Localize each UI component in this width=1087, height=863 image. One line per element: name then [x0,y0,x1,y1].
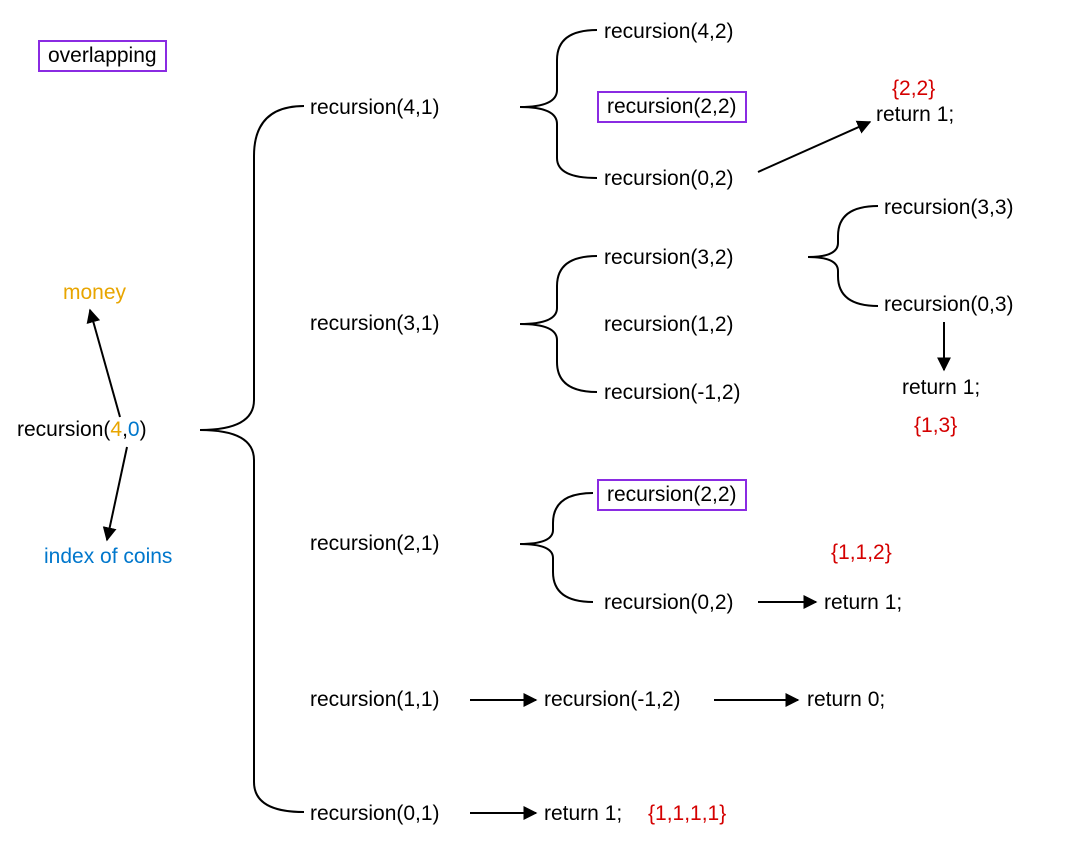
legend-overlapping: overlapping [38,40,167,72]
node-r22a: recursion(2,2) [597,91,747,123]
root-arg2: 0 [128,418,140,441]
node-r41: recursion(4,1) [310,96,440,120]
label-index-of-coins: index of coins [44,545,172,569]
arrow-root-index [107,447,127,540]
node-r02b: recursion(0,2) [604,591,734,615]
arrow-r02a-ret [758,122,870,172]
return-0: return 0; [807,688,885,712]
node-r12: recursion(1,2) [604,313,734,337]
brace-r31 [520,256,597,392]
root-suffix: ) [140,418,147,441]
label-money: money [63,281,126,305]
brace-r32 [808,206,878,306]
brace-r21 [520,493,593,602]
return-1-a: return 1; [876,103,954,127]
node-r32: recursion(3,2) [604,246,734,270]
node-r31: recursion(3,1) [310,312,440,336]
node-rn12b: recursion(-1,2) [544,688,681,712]
root-prefix: recursion( [17,418,110,441]
brace-r41 [520,30,597,178]
node-r21: recursion(2,1) [310,532,440,556]
set-1111: {1,1,1,1} [648,802,726,826]
root-node: recursion(4,0) [17,418,147,442]
return-1-c: return 1; [824,591,902,615]
node-r01: recursion(0,1) [310,802,440,826]
node-r02a: recursion(0,2) [604,167,734,191]
set-22: {2,2} [892,77,935,101]
node-r11: recursion(1,1) [310,688,440,712]
node-r22b: recursion(2,2) [597,479,747,511]
node-r03: recursion(0,3) [884,293,1014,317]
brace-root [200,106,304,812]
arrow-root-money [90,310,120,417]
node-rn12a: recursion(-1,2) [604,381,741,405]
return-1-d: return 1; [544,802,622,826]
node-r42: recursion(4,2) [604,20,734,44]
return-1-b: return 1; [902,376,980,400]
node-r33: recursion(3,3) [884,196,1014,220]
set-13: {1,3} [914,414,957,438]
set-112: {1,1,2} [831,541,892,565]
root-arg1: 4 [110,418,122,441]
